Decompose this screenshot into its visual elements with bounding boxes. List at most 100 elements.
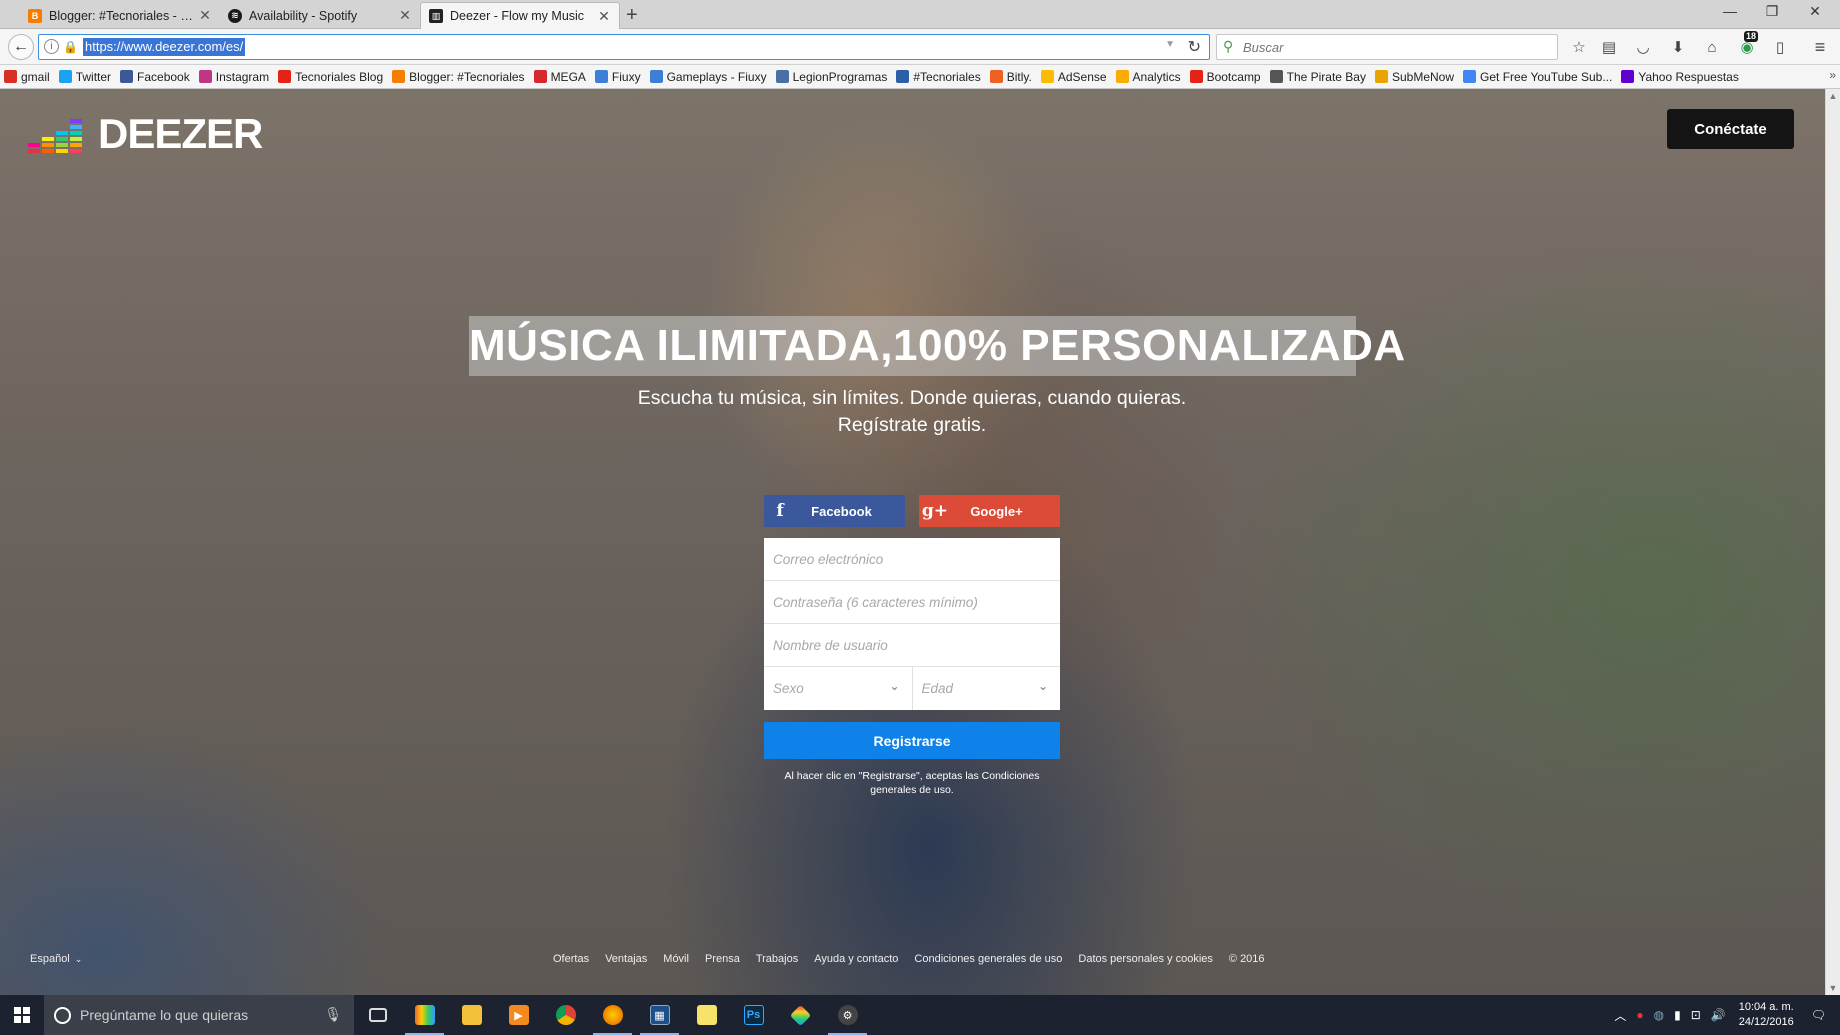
scroll-up-icon[interactable]: ▲ bbox=[1826, 91, 1840, 101]
language-selector[interactable]: Español ⌄ bbox=[30, 953, 82, 965]
tray-app-icon[interactable]: ◍ bbox=[1654, 1008, 1664, 1022]
back-button[interactable]: ← bbox=[8, 34, 34, 60]
restore-icon[interactable]: ❐ bbox=[1752, 3, 1792, 20]
bookmark-item[interactable]: Bootcamp bbox=[1189, 70, 1261, 84]
taskbar-app-equalizer[interactable] bbox=[401, 995, 448, 1035]
microphone-icon[interactable]: 🎙 bbox=[324, 1006, 342, 1023]
bookmark-item[interactable]: Yahoo Respuestas bbox=[1621, 70, 1739, 84]
bookmark-item[interactable]: LegionProgramas bbox=[775, 70, 887, 84]
network-icon[interactable]: ⊡ bbox=[1691, 1008, 1701, 1022]
task-view-button[interactable] bbox=[354, 995, 401, 1035]
footer-link[interactable]: Ayuda y contacto bbox=[814, 953, 898, 965]
bookmark-item[interactable]: MEGA bbox=[533, 70, 586, 84]
taskbar-app-notes[interactable] bbox=[683, 995, 730, 1035]
scroll-down-icon[interactable]: ▼ bbox=[1826, 983, 1840, 993]
history-dropdown-icon[interactable]: ▼ bbox=[1165, 39, 1175, 50]
menu-icon[interactable]: ≡ bbox=[1808, 36, 1832, 58]
bookmark-item[interactable]: gmail bbox=[4, 70, 50, 84]
close-icon[interactable]: ✕ bbox=[198, 7, 212, 24]
page-scrollbar[interactable]: ▲ ▼ bbox=[1825, 89, 1840, 995]
tab-blogger[interactable]: B Blogger: #Tecnoriales - Cr... ✕ bbox=[20, 2, 220, 29]
clock-date: 24/12/2016 bbox=[1738, 1016, 1794, 1028]
footer-link[interactable]: © 2016 bbox=[1229, 953, 1265, 965]
email-field[interactable] bbox=[764, 538, 1060, 580]
deezer-icon: ▥ bbox=[429, 9, 443, 23]
footer-link[interactable]: Prensa bbox=[705, 953, 740, 965]
tray-expand-icon[interactable]: ︿ bbox=[1614, 1007, 1626, 1024]
bookmarks-overflow-icon[interactable]: » bbox=[1829, 68, 1836, 82]
footer-link[interactable]: Ofertas bbox=[553, 953, 589, 965]
bookmark-item[interactable]: Analytics bbox=[1115, 70, 1181, 84]
deezer-logo[interactable]: DEEZER bbox=[28, 111, 263, 155]
register-button[interactable]: Registrarse bbox=[764, 722, 1060, 759]
search-input[interactable] bbox=[1243, 38, 1543, 56]
taskbar-app-diamond[interactable] bbox=[777, 995, 824, 1035]
close-window-icon[interactable]: ✕ bbox=[1795, 3, 1835, 20]
blogger-icon: B bbox=[28, 8, 42, 23]
bookmark-item[interactable]: Facebook bbox=[120, 70, 190, 84]
bookmark-item[interactable]: SubMeNow bbox=[1374, 70, 1454, 84]
facebook-icon: f bbox=[776, 501, 784, 521]
mega-tray-icon[interactable]: ● bbox=[1636, 1008, 1643, 1022]
address-bar[interactable]: i 🔒 https://www.deezer.com/es/ ▼ ↻ bbox=[38, 34, 1210, 60]
site-info-icon[interactable]: i bbox=[44, 39, 59, 54]
bookmark-label: Fiuxy bbox=[611, 69, 641, 84]
battery-icon[interactable]: ▮ bbox=[1674, 1008, 1681, 1022]
home-icon[interactable]: ⌂ bbox=[1700, 36, 1724, 58]
close-icon[interactable]: ✕ bbox=[398, 7, 412, 24]
bookmark-item[interactable]: The Pirate Bay bbox=[1269, 70, 1366, 84]
bookmark-item[interactable]: Instagram bbox=[198, 70, 269, 84]
sex-select[interactable]: Sexo ⌄ bbox=[764, 667, 912, 710]
bookmark-item[interactable]: Fiuxy bbox=[594, 69, 641, 84]
pocket-icon[interactable]: ◡ bbox=[1631, 36, 1655, 58]
footer-link[interactable]: Condiciones generales de uso bbox=[914, 953, 1062, 965]
taskbar-app-steam[interactable]: ⚙ bbox=[824, 995, 871, 1035]
close-icon[interactable]: ✕ bbox=[597, 8, 611, 25]
taskbar-app-media[interactable]: ▶ bbox=[495, 995, 542, 1035]
reading-list-icon[interactable]: ▤ bbox=[1597, 36, 1621, 58]
bookmark-item[interactable]: Blogger: #Tecnoriales bbox=[392, 70, 525, 84]
yahoo-icon bbox=[1621, 70, 1635, 83]
sidebar-icon[interactable]: ▯ bbox=[1768, 36, 1792, 58]
taskbar-app-chrome[interactable] bbox=[542, 995, 589, 1035]
age-placeholder: Edad bbox=[921, 681, 954, 696]
footer-link[interactable]: Móvil bbox=[663, 953, 689, 965]
adsense-icon bbox=[1040, 70, 1054, 83]
age-select[interactable]: Edad ⌄ bbox=[911, 667, 1061, 710]
minimize-icon[interactable]: — bbox=[1710, 3, 1750, 19]
start-button[interactable] bbox=[0, 995, 44, 1035]
facebook-signup-button[interactable]: f Facebook bbox=[764, 495, 905, 527]
login-button[interactable]: Conéctate bbox=[1667, 109, 1794, 149]
tab-spotify[interactable]: ≋ Availability - Spotify ✕ bbox=[220, 2, 420, 29]
taskbar-app-firefox[interactable] bbox=[589, 995, 636, 1035]
bookmark-item[interactable]: #Tecnoriales bbox=[896, 70, 981, 84]
google-signup-button[interactable]: g+ Google+ bbox=[919, 495, 1060, 527]
reload-icon[interactable]: ↻ bbox=[1188, 37, 1201, 57]
password-field[interactable] bbox=[764, 581, 1060, 623]
taskbar-app-video-editor[interactable]: ▦ bbox=[636, 995, 683, 1035]
search-box[interactable]: ⚲ bbox=[1216, 34, 1558, 60]
bookmark-item[interactable]: Bitly. bbox=[989, 70, 1032, 84]
notifications-icon[interactable]: 🗨 bbox=[1811, 1008, 1826, 1022]
username-field[interactable] bbox=[764, 624, 1060, 666]
footer-link[interactable]: Trabajos bbox=[756, 953, 798, 965]
bookmark-item[interactable]: Get Free YouTube Sub... bbox=[1463, 70, 1612, 84]
system-clock[interactable]: 10:04 a. m. 24/12/2016 bbox=[1739, 1000, 1794, 1030]
tab-deezer[interactable]: ▥ Deezer - Flow my Music ✕ bbox=[420, 2, 620, 29]
taskbar-app-photoshop[interactable]: Ps bbox=[730, 995, 777, 1035]
bookmark-star-icon[interactable]: ☆ bbox=[1567, 36, 1591, 58]
cortana-search[interactable]: Pregúntame lo que quieras 🎙 bbox=[44, 995, 354, 1035]
new-tab-button[interactable]: + bbox=[626, 4, 638, 27]
volume-icon[interactable]: 🔊 bbox=[1711, 1008, 1726, 1022]
url-text[interactable]: https://www.deezer.com/es/ bbox=[83, 38, 246, 56]
footer-link[interactable]: Ventajas bbox=[605, 953, 647, 965]
bookmark-item[interactable]: Tecnoriales Blog bbox=[278, 70, 383, 84]
taskbar-app-explorer[interactable] bbox=[448, 995, 495, 1035]
bookmark-item[interactable]: Gameplays - Fiuxy bbox=[649, 70, 767, 84]
download-icon[interactable]: ⬇ bbox=[1666, 36, 1690, 58]
bookmark-item[interactable]: Twitter bbox=[58, 70, 111, 84]
sex-age-row: Sexo ⌄ Edad ⌄ bbox=[764, 667, 1060, 710]
footer-link[interactable]: Datos personales y cookies bbox=[1078, 953, 1213, 965]
bookmark-label: AdSense bbox=[1057, 69, 1107, 84]
bookmark-item[interactable]: AdSense bbox=[1040, 69, 1107, 84]
